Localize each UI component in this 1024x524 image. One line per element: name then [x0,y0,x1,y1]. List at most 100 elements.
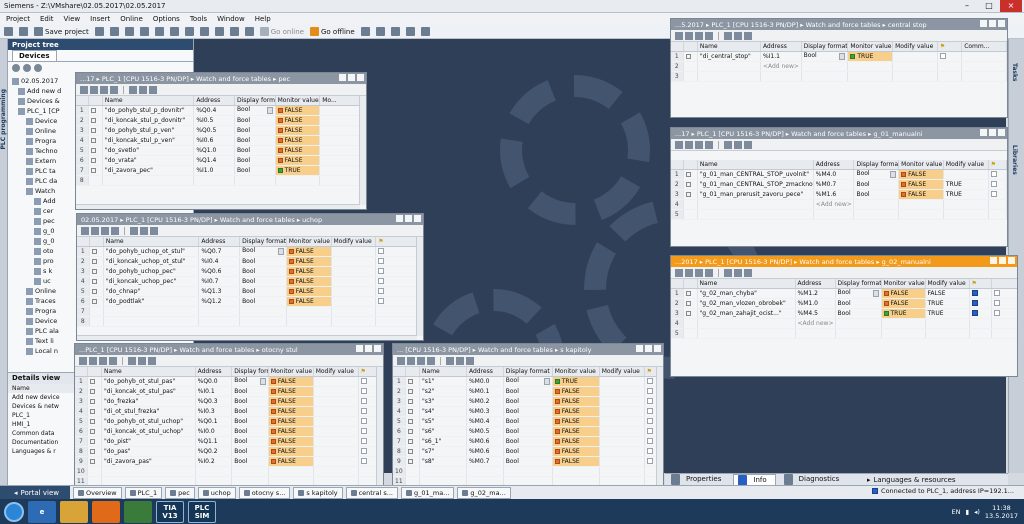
column-header-rn[interactable] [77,237,90,247]
modify-icon[interactable] [417,356,425,365]
cell-addr[interactable]: %M4.5 [795,308,836,319]
cell-mon[interactable]: FALSE [275,145,321,156]
cell-name[interactable]: "di_koncak_stul_p_ven" [102,135,195,146]
cell-name[interactable]: "di_koncak_uchop_pec" [103,276,200,287]
cell-mon[interactable]: FALSE [268,376,314,387]
force-icon[interactable] [724,31,732,40]
table-row[interactable]: 7 "do_pist" %Q1.1 Bool FALSE [75,436,383,447]
cell-fmt[interactable] [801,61,849,72]
cell-addr[interactable]: %I0.0 [195,426,233,437]
monitor-icon[interactable] [734,140,742,149]
maximize-icon[interactable] [405,215,412,222]
details-item[interactable]: PLC_1 [8,411,78,420]
table-row[interactable]: 7 "di_zavora_pec" %I1.0 Bool TRUE [76,165,366,176]
cell-ico[interactable] [683,318,698,329]
cell-fmt[interactable]: Bool [835,308,882,319]
cell-name[interactable]: "do_podtlak" [103,296,200,307]
close-icon[interactable] [654,345,661,352]
column-header-mod[interactable]: Modify value [892,42,938,52]
cell-mon[interactable]: FALSE [552,436,600,447]
column-header-mon[interactable]: Monitor value [268,367,314,377]
cell-mod[interactable] [313,466,359,477]
table-row[interactable]: 6 "do_podtlak" %Q1.2 Bool FALSE [77,296,423,307]
column-header-addr[interactable]: Address [195,367,233,377]
cell-mon[interactable]: TRUE [847,51,894,62]
cell-name[interactable]: "di_koncak_stul_p_dovnitr" [102,115,195,126]
column-header-chk2[interactable] [991,279,1017,289]
modify-icon[interactable] [695,31,703,40]
insert-row-icon[interactable] [81,226,89,235]
table-row[interactable]: 8 "s7" %M0.6 Bool FALSE [393,446,663,457]
cell-mod[interactable]: TRUE [925,308,970,319]
dropdown-icon[interactable] [839,53,846,60]
modify-checkbox[interactable] [646,438,653,444]
cell-fmt[interactable] [801,71,849,82]
modify-icon[interactable] [695,140,703,149]
modify-now-icon[interactable] [427,356,435,365]
cell-ico[interactable] [87,416,102,427]
details-item[interactable]: HMI_1 [8,420,78,429]
cell-addr[interactable]: %Q1.3 [198,286,241,297]
clock[interactable]: 11:38 13.5.2017 [985,504,1018,520]
table-row[interactable]: 3 [671,71,1007,82]
cell-name[interactable]: "s1" [419,376,467,387]
table-row[interactable]: 1 "g_02_man_chyba" %M1.2 Bool FALSE FALSE [671,288,1017,299]
cell-ico[interactable] [88,155,103,166]
cell-mon[interactable]: FALSE [275,125,321,136]
download-icon[interactable] [214,27,224,36]
cell-name[interactable]: "do_pohyb_ot_stul_uchop" [101,416,196,427]
cell-addr[interactable]: %M0.2 [466,396,504,407]
cell-mon[interactable]: TRUE [552,376,600,387]
cell-chk2[interactable] [991,308,1017,319]
menu-edit[interactable]: Edit [40,15,54,23]
cell-ico[interactable] [87,426,102,437]
modify-checkbox[interactable] [378,278,385,284]
modify-checkbox[interactable] [646,398,653,404]
cell-name[interactable]: "di_koncak_uchop_ot_stul" [103,256,200,267]
modify-now-icon[interactable] [111,226,119,235]
watch-table-title[interactable]: 02.05.2017 ▸ PLC_1 [CPU 1516-3 PN/DP] ▸ … [77,214,423,225]
upload-icon[interactable] [229,27,239,36]
add-row-icon[interactable] [89,356,97,365]
cell-mon[interactable]: FALSE [268,386,314,397]
cell-name[interactable] [419,466,467,477]
cell-name[interactable]: "do_vrata" [102,155,195,166]
table-row[interactable]: 1 "do_pohyb_uchop_ot_stul" %Q0.7 Bool FALSE [77,246,423,257]
monitor-icon[interactable] [139,85,147,94]
menu-help[interactable]: Help [255,15,271,23]
cell-mon[interactable] [898,199,944,210]
cell-mod[interactable] [599,376,645,387]
cell-addr[interactable]: %M0.1 [466,386,504,397]
cell-mon[interactable]: FALSE [268,456,314,467]
cell-addr[interactable]: %I0.3 [195,406,233,417]
cell-ico[interactable] [87,406,102,417]
watch-table-title[interactable]: ...PLC_1 [CPU 1516-3 PN/DP] ▸ Watch and … [75,344,383,355]
language-indicator[interactable]: EN [952,508,961,516]
cell-addr[interactable]: %M4.0 [813,169,855,180]
cell-mon[interactable]: FALSE [881,298,926,309]
cell-fmt[interactable]: Bool [853,189,900,200]
cell-fmt[interactable]: Bool [239,296,287,307]
cell-name[interactable]: "g_01_man_prerusit_zavoru_pece" [697,189,814,200]
cell-name[interactable] [697,71,761,82]
cell-mon[interactable]: FALSE [275,135,321,146]
cell-mod[interactable] [892,61,938,72]
cell-addr[interactable]: %M0.6 [466,446,504,457]
cell-fmt[interactable] [231,466,269,477]
modify-checkbox[interactable] [378,298,385,304]
cell-mon[interactable]: FALSE [275,115,321,126]
force-icon[interactable] [130,226,138,235]
force-icon[interactable] [446,356,454,365]
editor-tab[interactable]: pec [165,486,195,499]
column-header-ico[interactable] [683,42,698,52]
minimize-icon[interactable] [980,129,987,136]
column-header-fmt[interactable]: Display format [853,160,900,170]
cell-name[interactable]: "s6" [419,426,467,437]
horizontal-scrollbar[interactable] [77,335,417,340]
cell-flag[interactable] [969,298,992,309]
cell-flag[interactable] [969,308,992,319]
cell-name[interactable] [697,318,796,329]
cell-fmt[interactable]: Bool [835,298,882,309]
print-icon[interactable] [94,27,104,36]
cell-fmt[interactable]: Bool [503,456,553,467]
